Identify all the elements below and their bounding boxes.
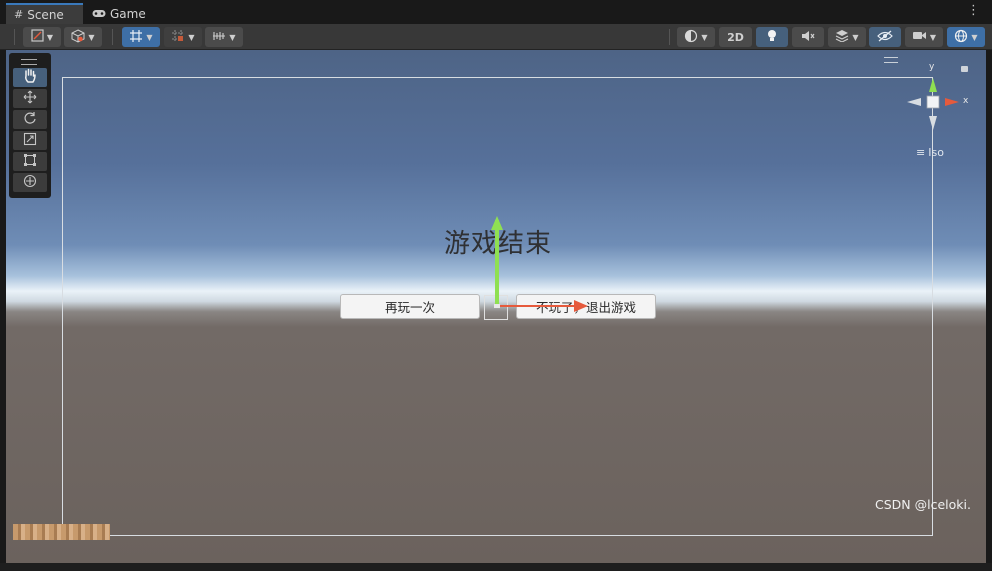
projection-toggle[interactable]: ≡ Iso <box>916 146 944 159</box>
move-tool-button[interactable] <box>13 89 47 108</box>
ruler-icon <box>212 30 226 45</box>
ground-tile-sprite <box>13 524 110 540</box>
eye-hidden-icon <box>877 30 893 45</box>
transform-tool-button[interactable] <box>13 173 47 192</box>
chevron-down-icon: ▼ <box>88 32 95 42</box>
move-gizmo-y-arrow[interactable] <box>491 216 503 230</box>
gamepad-icon <box>92 8 106 21</box>
shading-mode-dropdown[interactable]: ▼ <box>64 27 102 47</box>
watermark: CSDN @lceloki. <box>875 497 971 512</box>
move-arrows-icon <box>23 90 37 108</box>
globe-gizmo-icon <box>954 29 968 46</box>
gizmos-dropdown[interactable]: ▼ <box>947 27 985 47</box>
chevron-down-icon: ▼ <box>701 32 708 42</box>
scene-toolbar: ▼ ▼ ▼ ▼ ▼ ▼ 2D ▼ ▼ ▼ <box>0 24 992 50</box>
chevron-down-icon: ▼ <box>229 32 236 42</box>
rect-tool-button[interactable] <box>13 152 47 171</box>
lighting-toggle[interactable] <box>756 27 788 47</box>
scene-visibility-toggle[interactable] <box>869 27 901 47</box>
snap-increment-icon <box>171 29 185 46</box>
toggle-2d-label: 2D <box>727 30 744 44</box>
toggle-2d-button[interactable]: 2D <box>719 27 752 47</box>
retry-button[interactable]: 再玩一次 <box>340 294 480 319</box>
increment-snap-dropdown[interactable]: ▼ <box>164 27 202 47</box>
orientation-gizmo[interactable]: y x <box>896 60 976 160</box>
tab-game-label: Game <box>110 7 146 21</box>
tool-palette <box>9 53 51 198</box>
speaker-muted-icon <box>801 30 815 45</box>
grid-snap-icon <box>129 29 143 46</box>
menu-lines-icon: ≡ <box>916 146 926 159</box>
effects-dropdown[interactable]: ▼ <box>828 27 866 47</box>
grid-hash-icon: # <box>14 8 24 21</box>
lock-icon[interactable] <box>961 66 968 72</box>
chevron-down-icon: ▼ <box>852 32 859 42</box>
hand-icon <box>23 68 37 87</box>
move-gizmo-x-axis[interactable] <box>497 305 583 307</box>
toolbar-separator <box>669 29 670 45</box>
more-options-icon[interactable]: ⋮ <box>967 4 980 17</box>
rotate-icon <box>23 111 37 129</box>
cube-icon <box>71 28 85 46</box>
layers-effects-icon <box>835 29 849 45</box>
move-gizmo-center[interactable] <box>494 304 500 308</box>
chevron-down-icon: ▼ <box>971 32 978 42</box>
scale-icon <box>23 132 37 150</box>
scene-viewport[interactable]: 游戏结束 再玩一次 不玩了，退出游戏 <box>6 50 986 563</box>
axis-x-label: x <box>963 96 969 106</box>
sphere-shading-icon <box>684 29 698 46</box>
global-shading-dropdown[interactable]: ▼ <box>677 27 715 47</box>
transform-combined-icon <box>23 174 37 192</box>
grid-snap-toggle[interactable]: ▼ <box>122 27 160 47</box>
tab-bar: # Scene Game ⋮ <box>0 0 992 24</box>
chevron-down-icon: ▼ <box>188 32 195 42</box>
retry-button-label: 再玩一次 <box>384 300 435 315</box>
rect-transform-icon <box>23 153 37 171</box>
draw-mode-icon <box>31 29 44 45</box>
bottom-bar <box>0 563 992 571</box>
chevron-down-icon: ▼ <box>929 32 937 42</box>
align-snap-dropdown[interactable]: ▼ <box>205 27 243 47</box>
lightbulb-icon <box>766 29 778 46</box>
move-gizmo-y-axis[interactable] <box>495 220 499 308</box>
camera-icon <box>912 30 927 44</box>
toolbar-separator <box>14 29 15 45</box>
tab-game[interactable]: Game <box>84 4 150 24</box>
tab-scene[interactable]: # Scene <box>6 3 83 24</box>
camera-dropdown[interactable]: ▼ <box>905 27 943 47</box>
hand-tool-button[interactable] <box>13 68 47 87</box>
scene-editor-window: # Scene Game ⋮ ▼ ▼ ▼ ▼ ▼ ▼ 2D ▼ ▼ ▼ 再玩一次… <box>0 0 992 571</box>
tab-scene-label: Scene <box>27 7 64 22</box>
chevron-down-icon: ▼ <box>146 32 153 42</box>
rotate-tool-button[interactable] <box>13 110 47 129</box>
palette-drag-handle[interactable] <box>21 59 37 65</box>
move-gizmo-x-arrow[interactable] <box>574 300 588 312</box>
toolbar-separator <box>112 29 113 45</box>
scale-tool-button[interactable] <box>13 131 47 150</box>
axis-y-label: y <box>929 62 935 72</box>
chevron-down-icon: ▼ <box>46 32 54 42</box>
projection-label: Iso <box>928 146 944 159</box>
audio-toggle[interactable] <box>792 27 824 47</box>
draw-mode-dropdown[interactable]: ▼ <box>23 27 61 47</box>
